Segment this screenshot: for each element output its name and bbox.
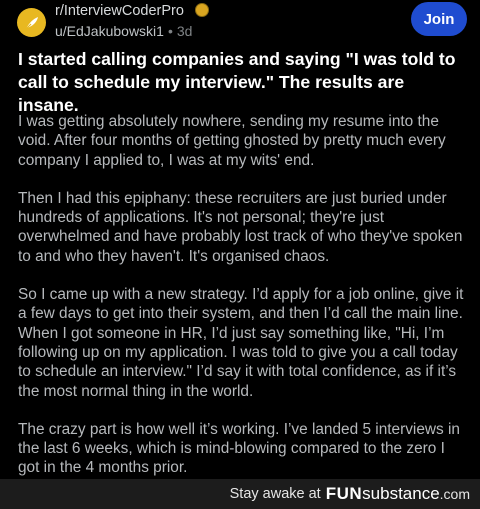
post-meta: u/EdJakubowski1 • 3d xyxy=(55,23,192,39)
watermark-bar: Stay awake at FUN substance .com xyxy=(0,479,480,509)
post-paragraph: I was getting absolutely nowhere, sendin… xyxy=(18,113,446,169)
watermark-brand-substance: substance xyxy=(362,484,440,503)
post-paragraph: The crazy part is how well it’s working.… xyxy=(18,420,460,477)
watermark-text: Stay awake at xyxy=(229,486,321,502)
post-paragraph: Then I had this epiphany: these recruite… xyxy=(18,189,463,265)
award-icon xyxy=(195,3,209,17)
watermark-brand-fun: FUN xyxy=(325,484,363,503)
post-header: r/InterviewCoderPro u/EdJakubowski1 • 3d J… xyxy=(0,0,480,44)
post-body: I was getting absolutely nowhere, sendin… xyxy=(18,112,470,497)
post-title: I started calling companies and saying "… xyxy=(18,49,456,115)
meta-separator: • xyxy=(167,23,173,39)
join-button[interactable]: Join xyxy=(411,2,467,36)
author-username[interactable]: u/EdJakubowski1 xyxy=(55,23,164,39)
subreddit-name[interactable]: r/InterviewCoderPro xyxy=(55,3,184,19)
post-paragraph: So I came up with a new strategy. I’d ap… xyxy=(18,286,464,400)
subreddit-icon[interactable] xyxy=(17,8,46,37)
post-time: 3d xyxy=(176,23,193,39)
watermark-brand-tld: .com xyxy=(439,486,470,502)
quill-icon xyxy=(24,16,38,30)
